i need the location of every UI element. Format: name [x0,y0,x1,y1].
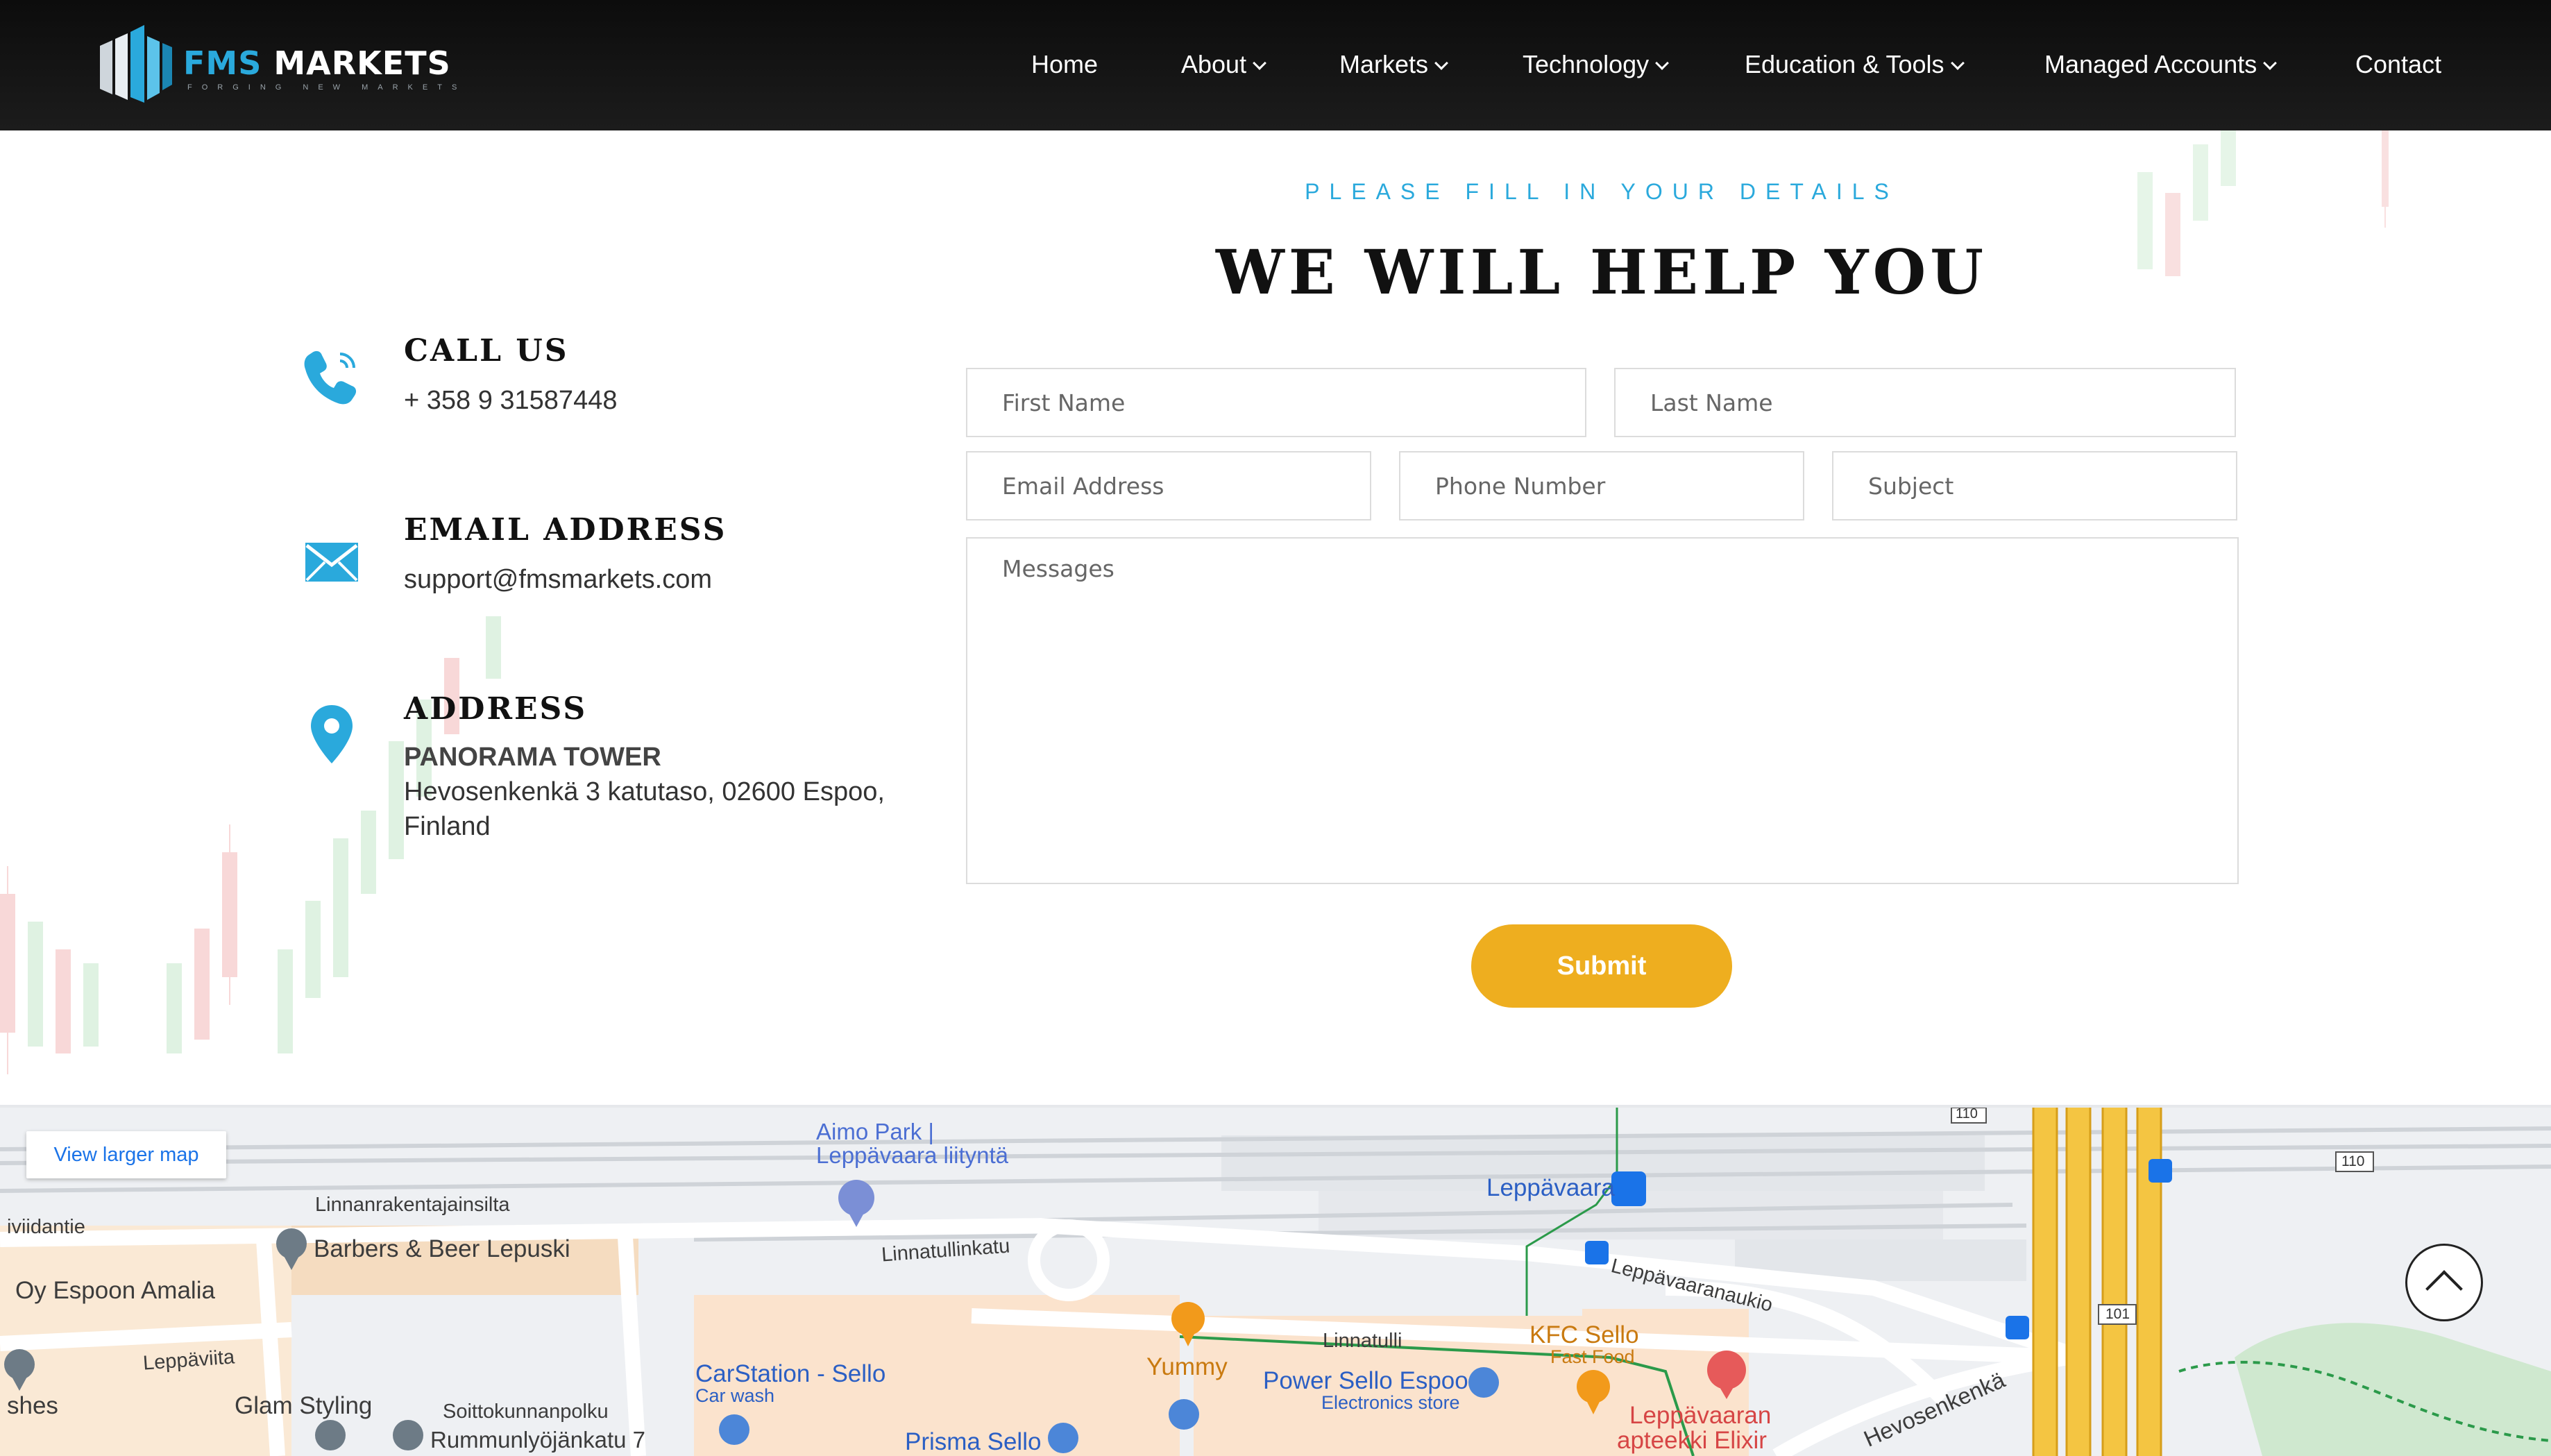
map-canvas[interactable] [0,1108,2551,1456]
map-label-soittokunnanpolku: Soittokunnanpolku [443,1400,609,1423]
map-route-110-label: 110 [2341,1153,2365,1169]
map-label-yummy[interactable]: Yummy [1146,1353,1228,1381]
nav-markets[interactable]: Markets [1339,50,1448,79]
address-street: Hevosenkenkä 3 katutaso, 02600 Espoo, [404,777,885,806]
map-route-101-label: 101 [2105,1306,2130,1322]
contact-call-block: CALL US + 358 9 31587448 [298,333,923,437]
address-title: ADDRESS [404,691,588,727]
form-kicker: PLEASE FILL IN YOUR DETAILS [1305,179,1899,204]
phone-field[interactable]: Phone Number [1399,451,1804,520]
brand-logo[interactable]: FMS MARKETS FORGING NEW MARKETS [94,25,457,103]
phone-placeholder: Phone Number [1435,472,1606,500]
chevron-down-icon [1253,56,1266,70]
subject-placeholder: Subject [1868,472,1954,500]
map-label-glam[interactable]: Glam Styling [235,1392,372,1420]
map-label-shes: shes [7,1392,58,1419]
email-address-title: EMAIL ADDRESS [404,512,727,548]
email-field[interactable]: Email Address [966,451,1371,520]
nav-markets-label: Markets [1339,50,1429,78]
call-us-title: CALL US [404,333,569,369]
messages-placeholder: Messages [1002,555,1115,582]
train-station-icon[interactable] [1611,1171,1646,1206]
subject-field[interactable]: Subject [1832,451,2237,520]
envelope-icon [305,543,358,582]
address-country: Finland [404,812,491,841]
route-shield-110 [1951,1108,2374,1325]
location-pin-icon [311,705,353,763]
map-label-fastfood: Fast Food [1550,1346,1635,1367]
map-label-apteekki-sub: apteekki Elixir [1617,1427,1767,1454]
nav-technology[interactable]: Technology [1523,50,1670,79]
chevron-up-icon [2425,1270,2463,1307]
first-name-field[interactable]: First Name [966,368,1586,437]
parking-pin-icon[interactable] [838,1180,874,1227]
map-label-power[interactable]: Power Sello Espoo [1263,1367,1468,1395]
shopping-pin-icon[interactable] [1169,1399,1199,1430]
nav-about[interactable]: About [1181,50,1266,79]
map-label-carwash: Car wash [695,1385,775,1406]
shopping-pin-icon[interactable] [1468,1367,1499,1398]
nav-technology-label: Technology [1523,50,1650,78]
nav-managed-accounts[interactable]: Managed Accounts [2044,50,2278,79]
map-label-linnanrakentajainsilta: Linnanrakentajainsilta [315,1194,510,1216]
map-label-linnatulli: Linnatulli [1323,1330,1402,1352]
nav-education-tools[interactable]: Education & Tools [1745,50,1965,79]
nav-contact[interactable]: Contact [2355,50,2441,79]
nav-managed-label: Managed Accounts [2044,50,2257,78]
last-name-field[interactable]: Last Name [1614,368,2236,437]
address-building: PANORAMA TOWER [404,743,661,772]
last-name-placeholder: Last Name [1650,389,1773,416]
bus-stop-icon[interactable] [2006,1316,2029,1339]
contact-address-block: ADDRESS PANORAMA TOWER Hevosenkenkä 3 ka… [298,691,923,858]
phone-icon [304,350,357,405]
bus-stop-icon[interactable] [2149,1159,2172,1183]
map-label-prisma[interactable]: Prisma Sello [905,1428,1041,1456]
nav-contact-label: Contact [2355,50,2442,78]
chevron-down-icon [2263,56,2278,70]
nav-home[interactable]: Home [1031,50,1098,79]
map-label-aimo-sub: Leppävaara liityntä [816,1142,1009,1168]
chevron-down-icon [1655,56,1670,70]
map-label-viidantie: iviidantie [7,1216,85,1238]
map-label-rummunlyojankatu: Rummunlyöjänkatu 7 [430,1427,645,1453]
place-pin-icon[interactable] [315,1420,346,1450]
first-name-placeholder: First Name [1002,389,1126,416]
contact-email-block: EMAIL ADDRESS support@fmsmarkets.com [298,512,923,616]
shopping-pin-icon[interactable] [1048,1423,1078,1453]
brand-name: FMS MARKETS [183,44,451,82]
chevron-down-icon [1950,56,1965,70]
map-label-apteekki[interactable]: Leppävaaran [1629,1402,1771,1430]
map-label-carstation[interactable]: CarStation - Sello [695,1360,885,1388]
shopping-pin-icon[interactable] [719,1414,749,1445]
map-route-110-label: 110 [1956,1106,1978,1121]
chevron-down-icon [1434,56,1448,70]
embedded-map[interactable]: View larger map Aimo Park | Leppävaara l… [0,1105,2551,1456]
logo-mark-icon [100,25,172,103]
nav-home-label: Home [1031,50,1099,78]
map-label-leppavaara-station[interactable]: Leppävaara [1486,1174,1615,1202]
map-label-electronics: Electronics store [1321,1392,1460,1413]
map-label-amalia[interactable]: Oy Espoon Amalia [15,1277,215,1305]
view-larger-map-link[interactable]: View larger map [26,1131,226,1178]
bus-stop-icon[interactable] [1585,1241,1609,1264]
email-placeholder: Email Address [1002,472,1164,500]
nav-education-label: Education & Tools [1745,50,1944,78]
map-label-barbers[interactable]: Barbers & Beer Lepuski [314,1235,570,1263]
brand-tagline: FORGING NEW MARKETS [187,83,467,92]
submit-button[interactable]: Submit [1471,924,1732,1008]
nav-about-label: About [1181,50,1247,78]
form-headline: WE WILL HELP YOU [1215,236,1988,308]
top-navigation: FMS MARKETS FORGING NEW MARKETS Home Abo… [0,0,2551,130]
email-address-link[interactable]: support@fmsmarkets.com [404,565,712,595]
messages-textarea[interactable]: Messages [966,537,2239,884]
scroll-to-top-button[interactable] [2405,1244,2483,1321]
map-label-kfc[interactable]: KFC Sello [1529,1321,1639,1349]
phone-number[interactable]: + 358 9 31587448 [404,386,617,416]
place-pin-icon[interactable] [393,1420,423,1450]
map-label-aimo[interactable]: Aimo Park | [816,1119,934,1145]
